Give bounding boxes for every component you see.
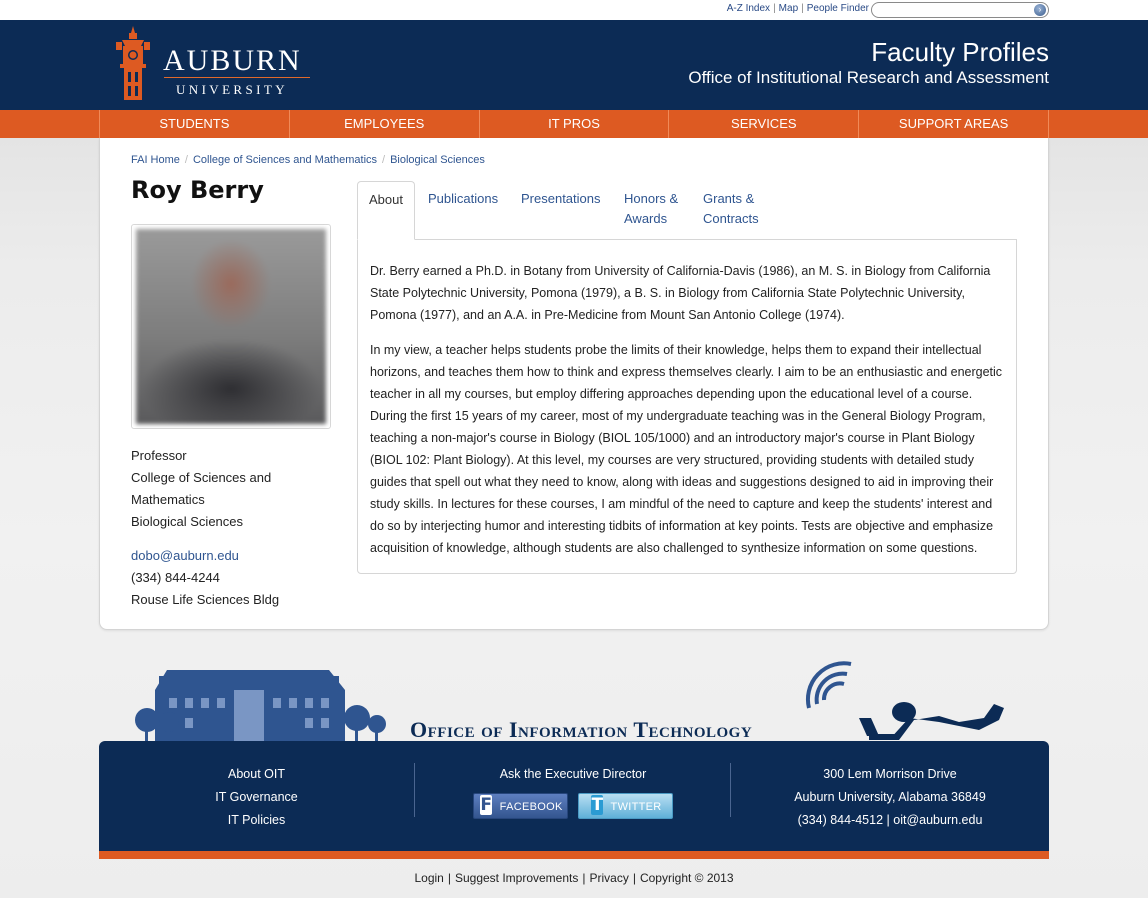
footer-email-link[interactable]: oit@auburn.edu [893,813,982,827]
facebook-button[interactable]: f FACEBOOK [473,793,568,819]
suggest-improvements-link[interactable]: Suggest Improvements [455,871,578,885]
twitter-button[interactable]: t TWITTER [578,793,673,819]
people-finder-link[interactable]: People Finder [807,3,869,14]
bottom-links: Login | Suggest Improvements | Privacy | Copyr… [0,871,1148,885]
logo-rule [164,77,310,78]
main-nav: STUDENTS EMPLOYEES IT PROS SERVICES SUPP… [0,110,1148,138]
tab-grants-contracts[interactable]: Grants & Contracts [703,181,767,229]
separator: | [632,871,636,885]
oit-title: Office of Information Technology [410,717,753,742]
auburn-logo[interactable]: AUBURN UNIVERSITY [108,24,318,104]
page-title: Roy Berry [131,176,264,204]
logo-wordmark: AUBURN [163,44,302,77]
nav-services[interactable]: SERVICES [668,110,858,138]
footer-social-column: Ask the Executive Director f FACEBOOK t … [415,763,731,819]
profile-phone: (334) 844-4244 [131,570,220,585]
facebook-label: FACEBOOK [499,801,563,813]
site-subtitle[interactable]: Office of Institutional Research and Ass… [688,68,1049,88]
facebook-icon: f [480,795,493,815]
profile-photo-frame [131,224,331,429]
about-paragraph: Dr. Berry earned a Ph.D. in Botany from … [370,264,991,322]
separator: | [582,871,586,885]
map-link[interactable]: Map [779,3,798,14]
oit-banner: Office of Information Technology [99,660,1049,744]
samford-tower-icon [116,26,150,100]
profile-college: College of Sciences and Mathematics [131,470,272,507]
nav-support-areas[interactable]: SUPPORT AREAS [858,110,1049,138]
separator: | [801,3,804,14]
az-index-link[interactable]: A-Z Index [727,3,770,14]
utility-links: A-Z Index | Map | People Finder [727,3,869,14]
search-go-icon[interactable]: › [1034,4,1046,16]
nav-it-pros[interactable]: IT PROS [478,110,669,138]
footer-it-governance-link[interactable]: IT Governance [99,786,414,809]
search-input[interactable] [880,6,1030,21]
tab-publications[interactable]: Publications [428,181,498,209]
content-panel: FAI Home / College of Sciences and Mathema… [99,138,1049,630]
about-paragraph: In my view, a teacher helps students pro… [370,343,1003,555]
breadcrumb: FAI Home / College of Sciences and Mathema… [131,154,485,166]
privacy-link[interactable]: Privacy [590,871,629,885]
site-footer: About OIT IT Governance IT Policies Ask … [99,741,1049,859]
profile-email-link[interactable]: dobo@auburn.edu [131,545,301,567]
copyright-text: Copyright © 2013 [639,871,734,885]
site-title[interactable]: Faculty Profiles [688,36,1049,68]
footer-links-column: About OIT IT Governance IT Policies [99,763,414,832]
social-buttons: f FACEBOOK t TWITTER [415,793,731,819]
tab-about[interactable]: About [357,181,415,240]
profile-department: Biological Sciences [131,514,244,529]
breadcrumb-department[interactable]: Biological Sciences [390,154,485,166]
breadcrumb-fai-home[interactable]: FAI Home [131,154,180,166]
ask-executive-director-link[interactable]: Ask the Executive Director [415,763,731,786]
footer-phone: (334) 844-4512 [797,813,884,827]
nav-students[interactable]: STUDENTS [99,110,289,138]
profile-tabs: About Publications Presentations Honors … [357,181,1017,240]
breadcrumb-college[interactable]: College of Sciences and Mathematics [193,154,377,166]
profile-building: Rouse Life Sciences Bldg [131,592,280,607]
tab-honors-awards[interactable]: Honors & Awards [624,181,688,229]
student-laptop-icon [859,702,1004,740]
profile-photo [136,229,326,424]
footer-it-policies-link[interactable]: IT Policies [99,809,414,832]
wifi-icon [805,661,852,709]
profile-title: Professor [131,448,187,463]
login-link[interactable]: Login [414,871,443,885]
footer-address-line2: Auburn University, Alabama 36849 [794,790,986,804]
footer-about-oit-link[interactable]: About OIT [99,763,414,786]
separator: | [773,3,776,14]
tab-presentations[interactable]: Presentations [521,181,601,209]
profile-info: Professor College of Sciences and Mathem… [131,445,301,611]
nav-employees[interactable]: EMPLOYEES [288,110,479,138]
people-search: › [871,2,1049,21]
twitter-label: TWITTER [610,801,662,813]
utility-bar: A-Z Index | Map | People Finder › [0,0,1148,21]
breadcrumb-separator: / [184,154,188,166]
footer-contact-column: 300 Lem Morrison Drive Auburn University… [731,763,1049,832]
separator: | [447,871,451,885]
site-title-block: Faculty Profiles Office of Institutional… [688,36,1049,88]
breadcrumb-separator: / [382,154,386,166]
site-header: AUBURN UNIVERSITY Faculty Profiles Offic… [0,20,1148,110]
about-panel: Dr. Berry earned a Ph.D. in Botany from … [357,239,1017,574]
logo-university: UNIVERSITY [176,82,288,97]
footer-address-line1: 300 Lem Morrison Drive [823,767,957,781]
footer-contact-line: (334) 844-4512 | oit@auburn.edu [731,809,1049,832]
twitter-icon: t [591,795,604,815]
